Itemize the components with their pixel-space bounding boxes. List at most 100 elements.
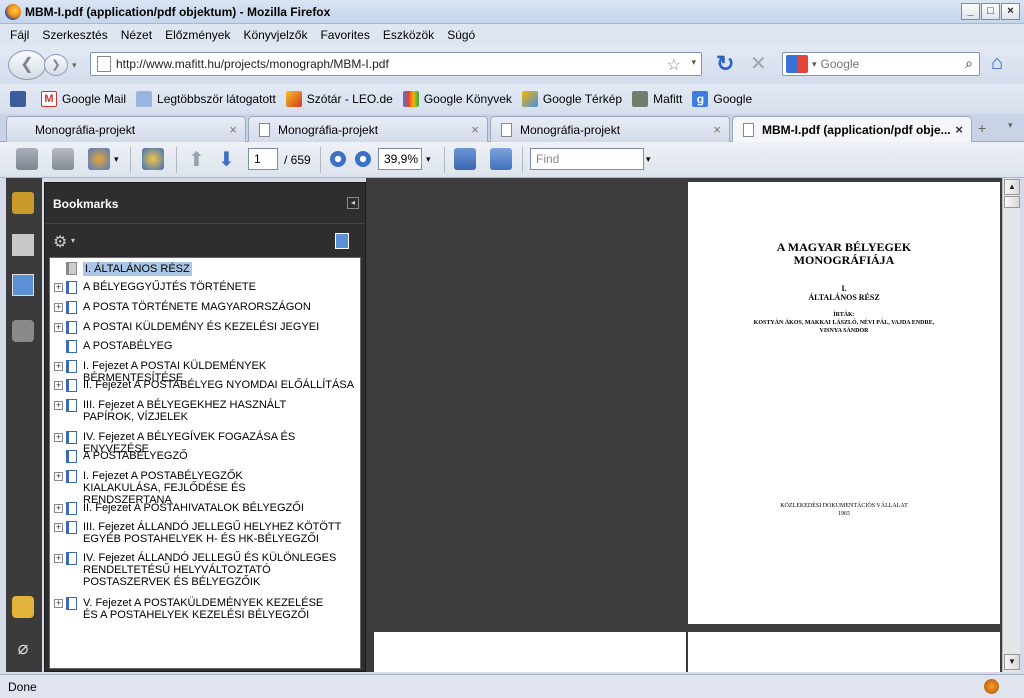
new-tab-button[interactable]: + [978, 120, 986, 136]
find-input[interactable]: Find [530, 148, 644, 170]
tab-active-pdf[interactable]: MBM-I.pdf (application/pdf obje... × [732, 116, 972, 143]
tab-list-icon[interactable]: ▾ [1008, 120, 1013, 131]
vertical-scrollbar[interactable]: ▲ ▼ [1002, 178, 1020, 672]
home-icon[interactable]: ⌂ [991, 52, 1003, 75]
bookmark-item[interactable]: + IV. Fejezet ÁLLANDÓ JELLEGŰ ÉS KÜLÖNLEG… [50, 552, 360, 588]
bookmark-item[interactable]: + A POSTA TÖRTÉNETE MAGYARORSZÁGON [50, 301, 360, 314]
expand-icon[interactable]: + [54, 599, 63, 608]
new-bookmark-icon[interactable] [335, 233, 349, 249]
bookmark-mafitt[interactable]: Mafitt [632, 91, 682, 107]
expand-icon[interactable]: + [54, 283, 63, 292]
bookmark-item[interactable]: + III. Fejezet ÁLLANDÓ JELLEGŰ HELYHEZ KÖ… [50, 521, 360, 545]
expand-icon[interactable]: + [54, 523, 63, 532]
bookmarks-icon[interactable] [12, 274, 34, 296]
close-tab-icon[interactable]: × [471, 122, 479, 137]
stop-icon[interactable]: ✕ [750, 51, 767, 76]
menu-history[interactable]: Előzmények [165, 28, 230, 42]
bookmark-item[interactable]: + II. Fejezet A POSTAHIVATALOK BÉLYEGZŐI [50, 502, 360, 515]
share-dropdown-icon[interactable]: ▾ [114, 154, 119, 165]
menu-view[interactable]: Nézet [121, 28, 152, 42]
expand-icon[interactable]: + [54, 504, 63, 513]
minimize-button[interactable]: _ [961, 3, 980, 20]
bookmark-item[interactable]: + I. Fejezet A POSTABÉLYEGZŐK KIALAKULÁSA… [50, 470, 360, 506]
bookmark-google-books[interactable]: Google Könyvek [402, 91, 512, 107]
bookmark-google-mail[interactable]: M Google Mail [41, 91, 126, 107]
menu-help[interactable]: Súgó [447, 28, 475, 42]
magnifier-icon[interactable]: ⌕ [965, 55, 973, 72]
zoom-in-icon[interactable] [355, 151, 371, 167]
url-bar[interactable]: http://www.mafitt.hu/projects/monograph/… [90, 52, 702, 76]
print-icon[interactable] [16, 148, 38, 170]
bookmark-item[interactable]: + A POSTAI KÜLDEMÉNY ÉS KEZELÉSI JEGYEI [50, 321, 360, 334]
menu-file[interactable]: Fájl [10, 28, 29, 42]
save-icon[interactable] [52, 148, 74, 170]
scroll-up-button[interactable]: ▲ [1004, 179, 1020, 195]
close-tab-icon[interactable]: × [955, 122, 963, 137]
search-bar[interactable]: ▾ ⌕ [782, 52, 980, 76]
menu-favorites[interactable]: Favorites [320, 28, 369, 42]
reload-icon[interactable]: ↻ [716, 51, 734, 77]
maximize-button[interactable]: □ [981, 3, 1000, 20]
menu-bookmarks[interactable]: Könyvjelzők [243, 28, 307, 42]
expand-icon[interactable]: + [54, 472, 63, 481]
zoom-select[interactable]: 39,9% [378, 148, 422, 170]
find-dropdown-icon[interactable]: ▾ [646, 154, 651, 165]
expand-icon[interactable]: + [54, 303, 63, 312]
addon-icon[interactable] [984, 679, 999, 694]
bookmark-google-maps[interactable]: Google Térkép [521, 91, 622, 107]
close-tab-icon[interactable]: × [713, 122, 721, 137]
forward-button[interactable]: ❯ [44, 54, 68, 76]
engine-dropdown-icon[interactable]: ▾ [812, 59, 817, 70]
comments-icon[interactable] [12, 596, 34, 618]
zoom-dropdown-icon[interactable]: ▾ [426, 154, 431, 165]
bookmark-item[interactable]: + V. Fejezet A POSTAKÜLDEMÉNYEK KEZELÉSE … [50, 597, 360, 621]
page-number-input[interactable]: 1 [248, 148, 278, 170]
back-button[interactable]: ❮ [8, 50, 46, 80]
document-view[interactable]: A MAGYAR BÉLYEGEK MONOGRÁFIÁJA I. ÁLTALÁ… [366, 178, 1002, 672]
zoom-out-icon[interactable] [330, 151, 346, 167]
collapse-panel-icon[interactable]: ◂ [347, 197, 359, 209]
bookmark-most-visited[interactable]: Legtöbbször látogatott [136, 91, 276, 107]
tab-3[interactable]: Monográfia-projekt × [490, 116, 730, 142]
menu-edit[interactable]: Szerkesztés [42, 28, 107, 42]
bookmark-google[interactable]: g Google [692, 91, 752, 107]
expand-icon[interactable]: + [54, 323, 63, 332]
fit-width-icon[interactable] [490, 148, 512, 170]
bookmark-bookmarks-menu[interactable] [10, 91, 31, 107]
expand-icon[interactable]: + [54, 362, 63, 371]
expand-icon[interactable]: + [54, 401, 63, 410]
bookmark-star-icon[interactable]: ☆ [667, 55, 681, 75]
scroll-down-button[interactable]: ▼ [1004, 654, 1020, 670]
expand-icon[interactable]: + [54, 554, 63, 563]
pages-icon[interactable] [12, 234, 34, 256]
comment-icon[interactable] [142, 148, 164, 170]
lock-icon[interactable] [12, 192, 34, 214]
tab-1[interactable]: Monográfia-projekt × [6, 116, 246, 142]
options-gear-icon[interactable]: ⚙ [53, 232, 67, 252]
close-tab-icon[interactable]: × [229, 122, 237, 137]
close-button[interactable]: × [1001, 3, 1020, 20]
previous-page-icon[interactable]: ⬆ [188, 147, 205, 172]
fit-page-icon[interactable] [454, 148, 476, 170]
bookmark-item[interactable]: A POSTABÉLYEG [50, 340, 360, 353]
tab-2[interactable]: Monográfia-projekt × [248, 116, 488, 142]
options-dropdown-icon[interactable]: ▾ [71, 236, 75, 245]
bookmark-item[interactable]: A POSTABÉLYEGZŐ [50, 450, 360, 463]
search-binoculars-icon[interactable] [12, 320, 34, 342]
expand-icon[interactable]: + [54, 381, 63, 390]
bookmark-item[interactable]: I. ÁLTALÁNOS RÉSZ [50, 262, 360, 276]
expand-icon[interactable]: + [54, 433, 63, 442]
menu-tools[interactable]: Eszközök [383, 28, 434, 42]
search-input[interactable] [820, 57, 961, 71]
share-icon[interactable] [88, 148, 110, 170]
url-dropdown-icon[interactable]: ▾ [691, 57, 696, 68]
next-page-icon[interactable]: ⬇ [218, 147, 235, 172]
bookmark-item[interactable]: + A BÉLYEGGYŰJTÉS TÖRTÉNETE [50, 281, 360, 294]
bookmark-item[interactable]: + II. Fejezet A POSTABÉLYEG NYOMDAI ELŐÁL… [50, 379, 360, 392]
attachment-icon[interactable]: ⌀ [12, 638, 34, 660]
bookmark-leo[interactable]: Szótár - LEO.de [285, 91, 393, 107]
history-dropdown-icon[interactable]: ▾ [72, 60, 77, 71]
scroll-thumb[interactable] [1004, 196, 1020, 208]
google-engine-icon[interactable] [786, 55, 808, 73]
bookmark-item[interactable]: + III. Fejezet A BÉLYEGEKHEZ HASZNÁLT PAP… [50, 399, 360, 423]
